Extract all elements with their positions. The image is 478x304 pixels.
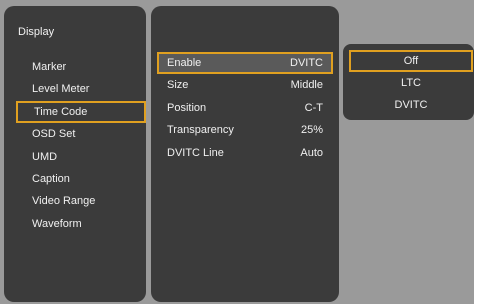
setting-value: Auto	[300, 146, 323, 159]
setting-row-dvitc-line[interactable]: DVITC Line Auto	[157, 142, 333, 164]
display-menu-panel: Display Marker Level Meter Time Code OSD…	[4, 6, 146, 302]
setting-value: C-T	[304, 101, 323, 114]
display-menu-list: Marker Level Meter Time Code OSD Set UMD…	[16, 56, 146, 235]
options-list: Off LTC DVITC	[349, 50, 473, 116]
setting-row-enable[interactable]: Enable DVITC	[157, 52, 333, 75]
menu-item-waveform[interactable]: Waveform	[16, 213, 146, 235]
option-ltc[interactable]: LTC	[349, 72, 473, 94]
setting-label: Enable	[167, 57, 202, 69]
setting-label: DVITC Line	[167, 146, 224, 159]
setting-row-size[interactable]: Size Middle	[157, 74, 333, 96]
setting-value: 25%	[300, 124, 323, 137]
option-off[interactable]: Off	[349, 50, 473, 72]
time-code-settings-panel: Enable DVITC Size Middle Position C-T Tr…	[151, 6, 339, 302]
menu-item-umd[interactable]: UMD	[16, 146, 146, 168]
option-dvitc[interactable]: DVITC	[349, 94, 473, 116]
settings-list: Enable DVITC Size Middle Position C-T Tr…	[157, 52, 333, 164]
menu-item-osd-set[interactable]: OSD Set	[16, 123, 146, 145]
enable-options-panel: Off LTC DVITC	[343, 44, 474, 120]
setting-value: Middle	[290, 79, 323, 92]
setting-label: Transparency	[167, 124, 234, 137]
menu-title: Display	[18, 26, 55, 38]
menu-item-marker[interactable]: Marker	[16, 56, 146, 78]
setting-row-transparency[interactable]: Transparency 25%	[157, 119, 333, 141]
menu-item-time-code[interactable]: Time Code	[16, 100, 146, 124]
setting-row-position[interactable]: Position C-T	[157, 97, 333, 119]
setting-label: Size	[167, 79, 189, 92]
setting-value: DVITC	[290, 57, 323, 69]
osd-screen: Display Marker Level Meter Time Code OSD…	[0, 0, 474, 304]
menu-item-video-range[interactable]: Video Range	[16, 190, 146, 212]
menu-item-level-meter[interactable]: Level Meter	[16, 78, 146, 100]
setting-label: Position	[167, 101, 207, 114]
menu-item-caption[interactable]: Caption	[16, 168, 146, 190]
